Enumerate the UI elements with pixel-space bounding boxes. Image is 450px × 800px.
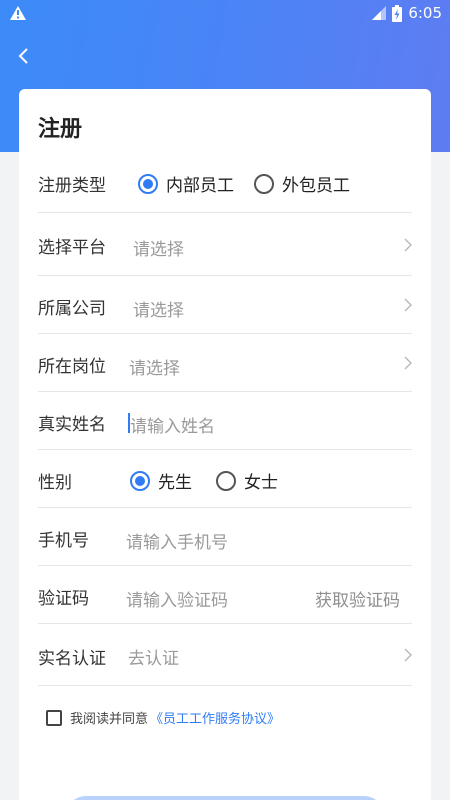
position-select[interactable]: 请选择 xyxy=(129,354,180,379)
radio-unselected-icon xyxy=(254,173,274,194)
company-label: 所属公司 xyxy=(38,299,106,319)
phone-row: 手机号 请输入手机号 xyxy=(38,508,412,566)
radio-label: 外包员工 xyxy=(282,176,350,196)
radio-outsourced-employee[interactable]: 外包员工 xyxy=(254,171,350,196)
gender-row: 性别 先生 女士 xyxy=(38,450,412,508)
agreement-text: 我阅读并同意 xyxy=(70,712,149,727)
chevron-right-icon xyxy=(404,298,412,312)
agreement-row: 我阅读并同意 《员工工作服务协议》 xyxy=(46,708,280,727)
platform-select[interactable]: 请选择 xyxy=(133,235,184,260)
agreement-checkbox[interactable] xyxy=(46,709,62,726)
radio-label: 女士 xyxy=(244,473,278,493)
position-row[interactable]: 所在岗位 请选择 xyxy=(38,334,412,392)
real-name-input[interactable]: 请输入姓名 xyxy=(130,412,215,437)
company-row[interactable]: 所属公司 请选择 xyxy=(38,276,412,334)
radio-internal-employee[interactable]: 内部员工 xyxy=(138,171,234,196)
status-bar: 6:05 xyxy=(0,0,450,26)
gender-label: 性别 xyxy=(38,473,72,493)
chevron-right-icon xyxy=(404,648,412,662)
radio-gender-female[interactable]: 女士 xyxy=(216,468,278,493)
phone-label: 手机号 xyxy=(38,531,89,551)
real-name-row: 真实姓名 请输入姓名 xyxy=(38,392,412,450)
platform-row[interactable]: 选择平台 请选择 xyxy=(38,213,412,276)
code-input[interactable]: 请输入验证码 xyxy=(126,586,228,611)
platform-label: 选择平台 xyxy=(38,238,106,258)
radio-unselected-icon xyxy=(216,470,236,491)
page-title: 注册 xyxy=(38,117,83,142)
company-select[interactable]: 请选择 xyxy=(133,296,184,321)
verify-link[interactable]: 去认证 xyxy=(128,644,179,669)
position-label: 所在岗位 xyxy=(38,357,106,377)
radio-selected-icon xyxy=(130,470,150,491)
divider xyxy=(38,685,412,686)
register-type-label: 注册类型 xyxy=(38,176,106,196)
verify-row[interactable]: 实名认证 去认证 xyxy=(38,624,412,686)
register-type-row: 注册类型 内部员工 外包员工 xyxy=(38,155,412,213)
status-time: 6:05 xyxy=(408,4,442,22)
chevron-right-icon xyxy=(404,356,412,370)
code-label: 验证码 xyxy=(38,589,89,609)
battery-icon xyxy=(392,4,403,22)
signal-icon xyxy=(372,6,387,20)
get-code-button[interactable]: 获取验证码 xyxy=(315,586,400,611)
radio-selected-icon xyxy=(138,173,158,194)
verify-label: 实名认证 xyxy=(38,649,106,669)
radio-gender-male[interactable]: 先生 xyxy=(130,468,192,493)
agreement-link[interactable]: 《员工工作服务协议》 xyxy=(150,708,280,727)
chevron-right-icon xyxy=(404,238,412,252)
real-name-label: 真实姓名 xyxy=(38,415,106,435)
submit-button[interactable] xyxy=(66,796,384,800)
phone-input[interactable]: 请输入手机号 xyxy=(126,528,228,553)
radio-label: 内部员工 xyxy=(166,176,234,196)
back-arrow-icon[interactable] xyxy=(14,44,34,68)
warning-icon xyxy=(10,6,26,20)
radio-label: 先生 xyxy=(158,473,192,493)
code-row: 验证码 请输入验证码 获取验证码 xyxy=(38,566,412,624)
register-card: 注册 注册类型 内部员工 外包员工 选择平台 请选择 所属公司 请选择 所在岗位… xyxy=(19,89,431,800)
